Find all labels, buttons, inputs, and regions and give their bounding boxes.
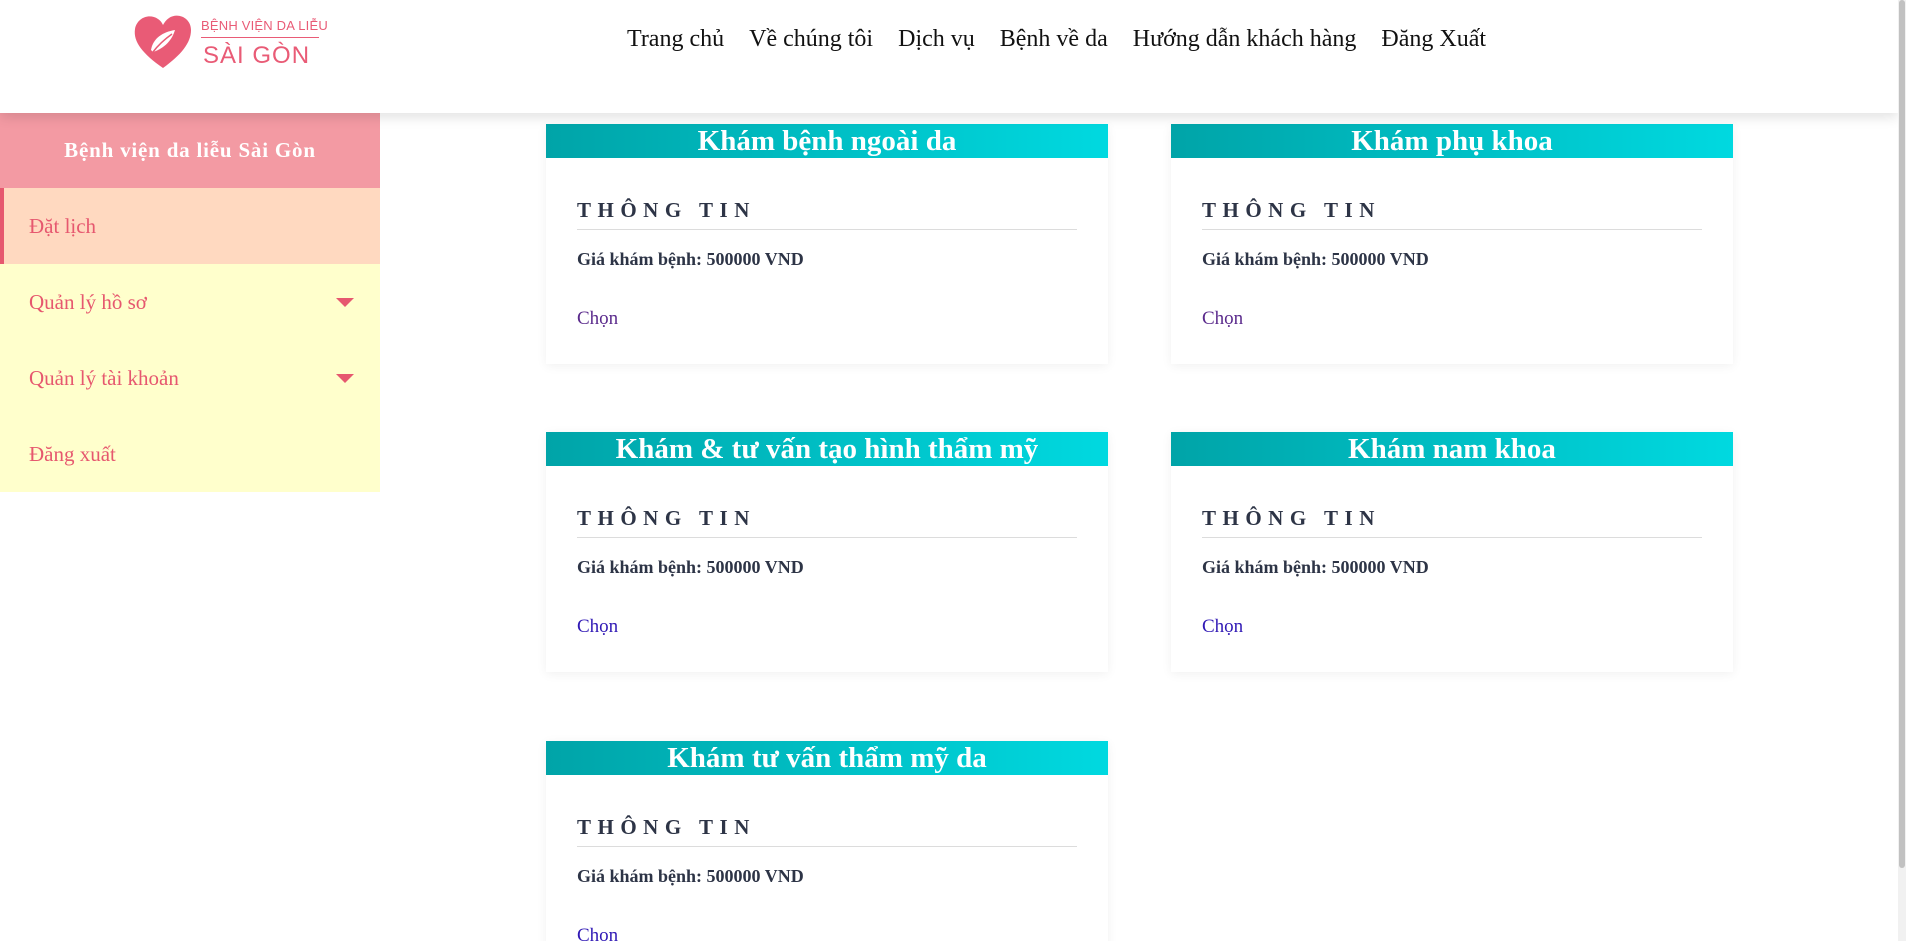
card-title: Khám & tư vấn tạo hình thẩm mỹ	[546, 432, 1108, 466]
sidebar-title: Bệnh viện da liễu Sài Gòn	[0, 113, 380, 188]
card-info-heading: THÔNG TIN	[1202, 506, 1702, 538]
select-link[interactable]: Chọn	[577, 308, 618, 330]
service-card: Khám phụ khoa THÔNG TIN Giá khám bệnh: 5…	[1171, 124, 1733, 364]
sidebar-item-booking[interactable]: Đặt lịch	[0, 188, 380, 264]
card-info-heading: THÔNG TIN	[577, 506, 1077, 538]
sidebar-item-account[interactable]: Quản lý tài khoản	[0, 340, 380, 416]
card-body: THÔNG TIN Giá khám bệnh: 500000 VND Chọn	[1171, 158, 1733, 364]
card-price: Giá khám bệnh: 500000 VND	[577, 249, 804, 269]
logo-divider	[201, 37, 319, 38]
service-card: Khám bệnh ngoài da THÔNG TIN Giá khám bệ…	[546, 124, 1108, 364]
heart-leaf-icon	[134, 15, 191, 68]
logo-title: SÀI GÒN	[203, 42, 311, 69]
scrollbar-thumb[interactable]	[1899, 0, 1905, 868]
logo-subtitle: BỆNH VIỆN DA LIỄU	[201, 18, 328, 33]
card-price: Giá khám bệnh: 500000 VND	[577, 866, 804, 886]
caret-down-icon[interactable]	[336, 374, 354, 383]
nav-about[interactable]: Về chúng tôi	[749, 26, 873, 53]
nav-logout[interactable]: Đăng Xuất	[1381, 26, 1486, 53]
card-info-heading: THÔNG TIN	[1202, 198, 1702, 230]
card-body: THÔNG TIN Giá khám bệnh: 500000 VND Chọn	[546, 466, 1108, 672]
top-navbar: BỆNH VIỆN DA LIỄU SÀI GÒN Trang chủ Về c…	[0, 0, 1898, 113]
nav-services[interactable]: Dịch vụ	[898, 26, 975, 53]
card-info-heading: THÔNG TIN	[577, 815, 1077, 847]
sidebar: Bệnh viện da liễu Sài Gòn Đặt lịch Quản …	[0, 113, 380, 492]
nav-home[interactable]: Trang chủ	[627, 26, 724, 53]
card-body: THÔNG TIN Giá khám bệnh: 500000 VND Chọn	[546, 158, 1108, 364]
card-price: Giá khám bệnh: 500000 VND	[577, 557, 804, 577]
select-link[interactable]: Chọn	[1202, 308, 1243, 330]
card-title: Khám tư vấn thẩm mỹ da	[546, 741, 1108, 775]
card-price: Giá khám bệnh: 500000 VND	[1202, 557, 1429, 577]
site-logo[interactable]: BỆNH VIỆN DA LIỄU SÀI GÒN	[131, 12, 328, 74]
nav-skin-diseases[interactable]: Bệnh về da	[1000, 26, 1108, 53]
card-body: THÔNG TIN Giá khám bệnh: 500000 VND Chọn	[546, 775, 1108, 941]
card-info-heading: THÔNG TIN	[577, 198, 1077, 230]
sidebar-item-label: Đặt lịch	[29, 213, 97, 238]
sidebar-item-label: Quản lý hồ sơ	[29, 289, 147, 314]
service-card: Khám nam khoa THÔNG TIN Giá khám bệnh: 5…	[1171, 432, 1733, 672]
card-title: Khám nam khoa	[1171, 432, 1733, 466]
service-card: Khám & tư vấn tạo hình thẩm mỹ THÔNG TIN…	[546, 432, 1108, 672]
select-link[interactable]: Chọn	[577, 616, 618, 638]
caret-down-icon[interactable]	[336, 298, 354, 307]
card-title: Khám phụ khoa	[1171, 124, 1733, 158]
sidebar-item-label: Quản lý tài khoản	[29, 365, 179, 390]
card-price: Giá khám bệnh: 500000 VND	[1202, 249, 1429, 269]
service-card: Khám tư vấn thẩm mỹ da THÔNG TIN Giá khá…	[546, 741, 1108, 941]
main-nav: Trang chủ Về chúng tôi Dịch vụ Bệnh về d…	[627, 26, 1486, 53]
page-scrollbar[interactable]	[1898, 0, 1906, 941]
sidebar-item-label: Đăng xuất	[29, 441, 116, 466]
select-link[interactable]: Chọn	[577, 925, 618, 941]
card-title: Khám bệnh ngoài da	[546, 124, 1108, 158]
nav-customer-guide[interactable]: Hướng dẫn khách hàng	[1133, 26, 1357, 53]
page: BỆNH VIỆN DA LIỄU SÀI GÒN Trang chủ Về c…	[0, 0, 1906, 941]
sidebar-item-records[interactable]: Quản lý hồ sơ	[0, 264, 380, 340]
select-link[interactable]: Chọn	[1202, 616, 1243, 638]
sidebar-item-logout[interactable]: Đăng xuất	[0, 416, 380, 492]
card-body: THÔNG TIN Giá khám bệnh: 500000 VND Chọn	[1171, 466, 1733, 672]
